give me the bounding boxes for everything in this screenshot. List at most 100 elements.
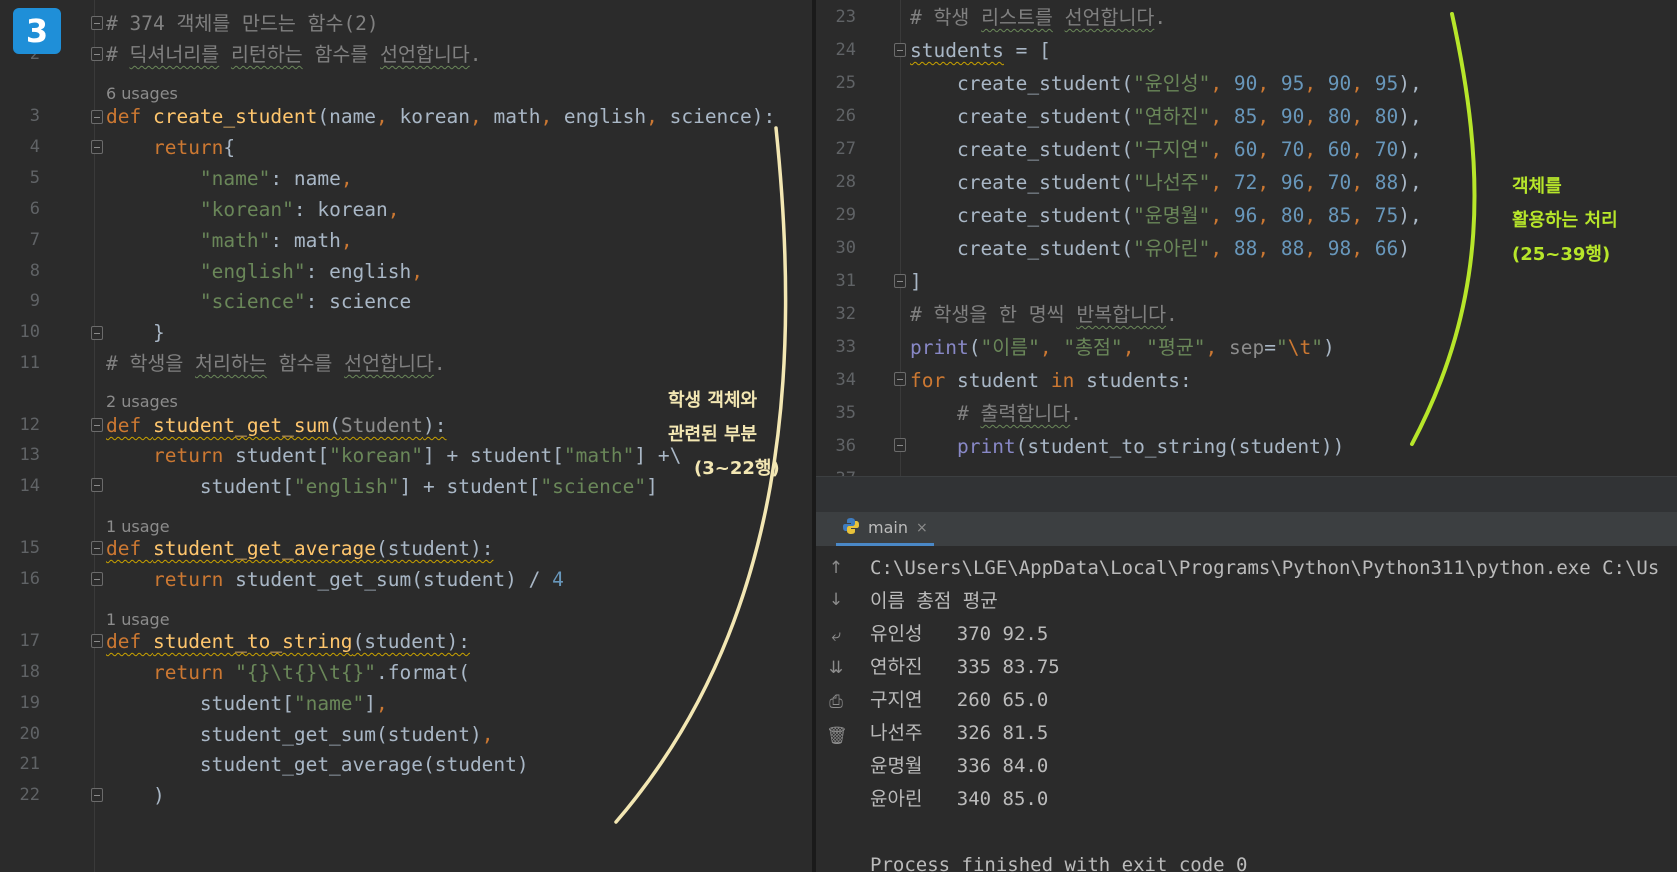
code-line[interactable]: 7 "math": math,	[0, 225, 812, 256]
code-line[interactable]: 25 create_student("윤인성", 90, 95, 90, 95)…	[816, 68, 1677, 99]
code-line[interactable]: 8 "english": english,	[0, 256, 812, 287]
line-number[interactable]: 36	[816, 431, 856, 462]
line-number[interactable]: 6	[0, 194, 40, 225]
code-line[interactable]: 10 }	[0, 317, 812, 348]
line-number[interactable]: 34	[816, 365, 856, 396]
run-tab-main[interactable]: main ×	[836, 512, 934, 546]
line-number[interactable]: 27	[816, 134, 856, 165]
code-line[interactable]: 22 )	[0, 780, 812, 811]
line-number[interactable]: 12	[0, 410, 40, 441]
line-number[interactable]: 7	[0, 225, 40, 256]
line-number[interactable]: 26	[816, 101, 856, 132]
run-tab-bar: main ×	[816, 512, 1677, 546]
fold-toggle[interactable]	[91, 418, 103, 432]
code-line[interactable]: 2 # 딕셔너리를 리턴하는 함수를 선언합니다.	[0, 39, 812, 70]
fold-toggle[interactable]	[894, 438, 906, 452]
line-number[interactable]: 13	[0, 440, 40, 471]
line-number[interactable]: 25	[816, 68, 856, 99]
usage-hint[interactable]: 6 usages	[106, 82, 178, 106]
code-line[interactable]: 20 student_get_sum(student),	[0, 719, 812, 750]
fold-toggle[interactable]	[91, 326, 103, 340]
code-token: ,	[1257, 105, 1281, 128]
line-number[interactable]: 19	[0, 688, 40, 719]
fold-toggle[interactable]	[91, 478, 103, 492]
code-line[interactable]: 35 # 출력합니다.	[816, 398, 1677, 429]
right-editor[interactable]: 23 # 학생 리스트를 선언합니다. 24 students = [25 creat…	[816, 0, 1677, 872]
fold-toggle[interactable]	[894, 274, 906, 288]
line-number[interactable]: 32	[816, 299, 856, 330]
arrow-up-icon[interactable]: ↑	[826, 558, 846, 578]
code-line[interactable]: 24 students = [	[816, 35, 1677, 66]
line-number[interactable]: 15	[0, 533, 40, 564]
line-number[interactable]: 16	[0, 564, 40, 595]
usage-hint[interactable]: 2 usages	[106, 390, 178, 414]
line-number[interactable]: 22	[0, 780, 40, 811]
code-line[interactable]: 4 return{	[0, 132, 812, 163]
line-number[interactable]: 8	[0, 256, 40, 287]
code-token: 처리하는	[195, 352, 267, 375]
fold-toggle[interactable]	[91, 110, 103, 124]
fold-toggle[interactable]	[894, 43, 906, 57]
fold-toggle[interactable]	[91, 16, 103, 30]
code-token: ,	[1122, 336, 1147, 359]
code-line[interactable]: 34 for student in students:	[816, 365, 1677, 396]
line-number[interactable]: 33	[816, 332, 856, 363]
line-number[interactable]: 3	[0, 101, 40, 132]
code-line[interactable]: 9 "science": science	[0, 286, 812, 317]
code-line[interactable]: # 374 객체를 만드는 함수(2)	[0, 8, 812, 39]
arrow-down-icon[interactable]: ↓	[826, 590, 846, 610]
close-icon[interactable]: ×	[916, 520, 928, 536]
line-number[interactable]: 10	[0, 317, 40, 348]
code-line[interactable]: 5 "name": name,	[0, 163, 812, 194]
print-icon[interactable]: ⎙	[826, 692, 846, 712]
code-line[interactable]: 16 return student_get_sum(student) / 4	[0, 564, 812, 595]
console-line: 유인성 370 92.5	[870, 623, 1049, 645]
line-number[interactable]: 30	[816, 233, 856, 264]
code-line[interactable]: 21 student_get_average(student)	[0, 749, 812, 780]
fold-toggle[interactable]	[91, 572, 103, 586]
code-line[interactable]: 27 create_student("구지연", 60, 70, 60, 70)…	[816, 134, 1677, 165]
code-line[interactable]: 19 student["name"],	[0, 688, 812, 719]
code-line[interactable]: 33 print("이름", "총점", "평균", sep="\t")	[816, 332, 1677, 363]
line-number[interactable]: 28	[816, 167, 856, 198]
line-number[interactable]: 9	[0, 286, 40, 317]
usage-hint[interactable]: 1 usage	[106, 515, 170, 539]
run-console-output[interactable]: C:\Users\LGE\AppData\Local\Programs\Pyth…	[870, 552, 1677, 872]
line-number[interactable]: 17	[0, 626, 40, 657]
line-number[interactable]: 21	[0, 749, 40, 780]
code-line[interactable]: 23 # 학생 리스트를 선언합니다.	[816, 2, 1677, 33]
line-number[interactable]: 35	[816, 398, 856, 429]
line-number[interactable]: 4	[0, 132, 40, 163]
code-token: 98	[1327, 237, 1352, 260]
line-number[interactable]: 31	[816, 266, 856, 297]
code-line[interactable]: 18 return "{}\t{}\t{}".format(	[0, 657, 812, 688]
console-line: 나선주 326 81.5	[870, 722, 1049, 744]
code-token: 95	[1280, 72, 1305, 95]
scroll-to-end-icon[interactable]: ⇊	[826, 658, 846, 678]
fold-toggle[interactable]	[894, 372, 906, 386]
fold-toggle[interactable]	[91, 140, 103, 154]
fold-toggle[interactable]	[91, 47, 103, 61]
code-line[interactable]: 6 "korean": korean,	[0, 194, 812, 225]
fold-toggle[interactable]	[91, 634, 103, 648]
line-number[interactable]: 11	[0, 348, 40, 379]
fold-toggle[interactable]	[91, 541, 103, 555]
code-line[interactable]: 11 # 학생을 처리하는 함수를 선언합니다.	[0, 348, 812, 379]
run-panel-separator[interactable]	[816, 476, 1677, 512]
soft-wrap-icon[interactable]: ⤶	[826, 626, 846, 646]
line-number[interactable]: 14	[0, 471, 40, 502]
line-number[interactable]: 24	[816, 35, 856, 66]
code-line[interactable]: 26 create_student("연하진", 85, 90, 80, 80)…	[816, 101, 1677, 132]
code-line[interactable]: 32 # 학생을 한 명씩 반복합니다.	[816, 299, 1677, 330]
line-number[interactable]: 5	[0, 163, 40, 194]
usage-hint[interactable]: 1 usage	[106, 608, 170, 632]
line-number[interactable]: 23	[816, 2, 856, 33]
line-number[interactable]: 29	[816, 200, 856, 231]
line-number[interactable]: 18	[0, 657, 40, 688]
fold-toggle[interactable]	[91, 788, 103, 802]
code-line[interactable]: 36 print(student_to_string(student))	[816, 431, 1677, 462]
trash-icon[interactable]: 🗑	[826, 726, 848, 746]
line-number[interactable]: 20	[0, 719, 40, 750]
